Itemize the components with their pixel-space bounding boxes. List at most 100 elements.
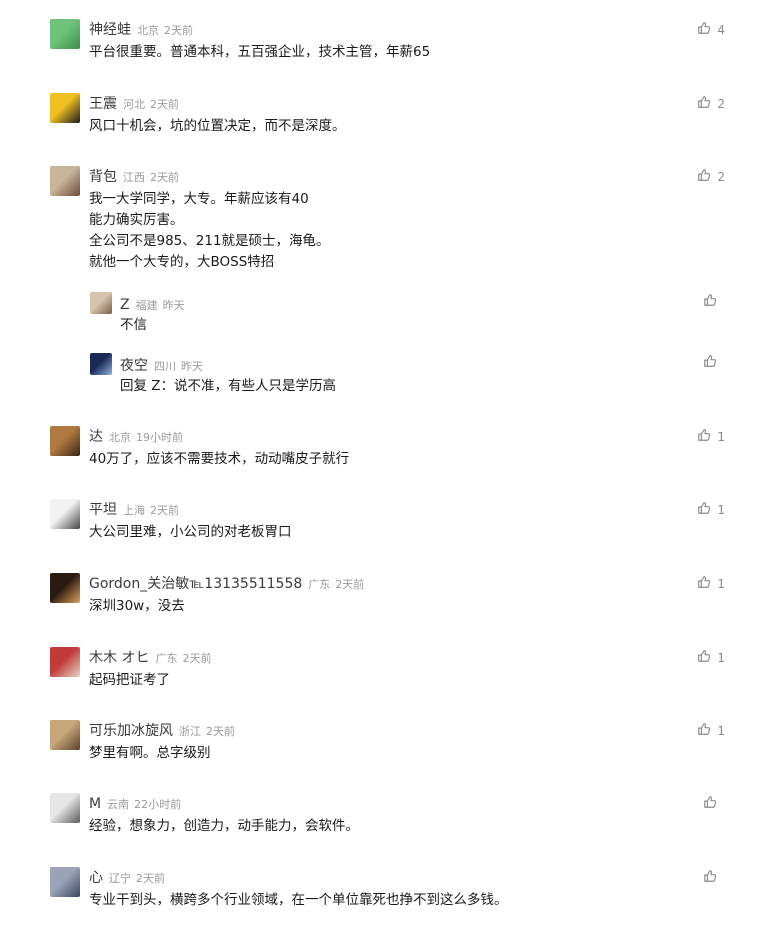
comment-time: 2天前 [150, 504, 179, 517]
author-name[interactable]: 王震 [89, 96, 117, 112]
avatar[interactable] [50, 793, 80, 823]
thumbs-up-icon [703, 293, 717, 310]
author-name[interactable]: 平坦 [89, 502, 117, 518]
comment-line: 深圳30w，没去 [89, 598, 185, 614]
author-name[interactable]: 木木 オヒ [89, 650, 149, 666]
like-count: 1 [717, 502, 725, 517]
comment-meta: 达北京 19小时前 [89, 426, 183, 446]
avatar[interactable] [90, 353, 112, 375]
author-location: 辽宁 [109, 872, 131, 885]
comment-line: 风口十机会，坑的位置决定，而不是深度。 [89, 118, 346, 134]
comment-meta: 王震 河北 2天前 [89, 93, 179, 113]
author-name[interactable]: 可乐加冰旋风 [89, 723, 173, 739]
thumbs-up-icon [703, 354, 717, 371]
comment-meta: 可乐加冰旋风 浙江 2天前 [89, 720, 235, 740]
author-name[interactable]: 背包 [89, 169, 117, 185]
avatar[interactable] [50, 93, 80, 123]
author-name[interactable]: 夜空 [120, 358, 148, 374]
like-button[interactable]: 4 [697, 21, 725, 38]
like-button[interactable] [703, 354, 723, 371]
author-name[interactable]: Gordon_关治敏℡13135511558 [89, 576, 302, 592]
comment-time: 19小时前 [136, 431, 183, 444]
like-count: 2 [717, 96, 725, 111]
like-button[interactable]: 1 [697, 649, 725, 666]
like-button[interactable]: 1 [697, 575, 725, 592]
like-button[interactable]: 2 [697, 95, 725, 112]
comment-line: 梦里有啊。总字级别 [89, 745, 211, 761]
comment-meta: 木木 オヒ 广东 2天前 [89, 647, 211, 667]
comment-text: 40万了，应该不需要技术，动动嘴皮子就行 [89, 449, 349, 470]
comment-text: 专业干到头，横跨多个行业领域，在一个单位靠死也挣不到这么多钱。 [89, 890, 508, 911]
comment-line: 我一大学同学，大专。年薪应该有40 [89, 191, 309, 207]
avatar[interactable] [50, 647, 80, 677]
comment-text: 不信 [120, 315, 147, 336]
thumbs-up-icon [697, 95, 711, 112]
thumbs-up-icon [703, 795, 717, 812]
thumbs-up-icon [697, 428, 711, 445]
avatar[interactable] [50, 573, 80, 603]
author-name[interactable]: Z [120, 297, 130, 313]
avatar[interactable] [50, 166, 80, 196]
avatar[interactable] [50, 867, 80, 897]
comment-text: 风口十机会，坑的位置决定，而不是深度。 [89, 116, 346, 137]
author-name[interactable]: 神经蛙 [89, 22, 131, 38]
like-button[interactable]: 2 [697, 168, 725, 185]
like-count: 1 [717, 650, 725, 665]
author-location: 北京 [109, 431, 131, 444]
comment-line: 专业干到头，横跨多个行业领域，在一个单位靠死也挣不到这么多钱。 [89, 892, 508, 908]
comment-time: 2天前 [182, 652, 212, 665]
like-count: 2 [717, 169, 725, 184]
comment-line: 40万了，应该不需要技术，动动嘴皮子就行 [89, 451, 350, 467]
comment-meta: Gordon_关治敏℡13135511558 广东 2天前 [89, 573, 364, 593]
avatar[interactable] [90, 292, 112, 314]
comment-line: 就他一个大专的，大BOSS特招 [89, 254, 275, 270]
comment-text: 深圳30w，没去 [89, 596, 185, 617]
like-count: 1 [717, 429, 725, 444]
comment-time: 2天前 [136, 872, 165, 885]
thumbs-up-icon [697, 575, 711, 592]
comment-meta: M 云南 22小时前 [89, 793, 181, 812]
avatar[interactable] [50, 720, 80, 750]
comment-text: 大公司里难，小公司的对老板胃口 [89, 522, 292, 543]
thumbs-up-icon [697, 722, 711, 739]
author-name[interactable]: M [89, 796, 101, 812]
like-button[interactable]: 1 [697, 722, 725, 739]
like-button[interactable]: 1 [697, 501, 725, 518]
thumbs-up-icon [697, 21, 711, 38]
comment-meta: 心辽宁 2天前 [89, 867, 165, 887]
comment-text: 起码把证考了 [89, 670, 170, 691]
author-name[interactable]: 心 [89, 870, 103, 886]
comment-meta: 神经蛙 北京 2天前 [89, 19, 193, 39]
thumbs-up-icon [697, 501, 711, 518]
like-count: 1 [717, 576, 725, 591]
author-location: 河北 [123, 98, 145, 111]
author-location: 广东 [308, 578, 331, 591]
like-button[interactable] [703, 293, 723, 310]
like-button[interactable] [703, 869, 723, 886]
avatar[interactable] [50, 19, 80, 49]
comment-time: 22小时前 [134, 798, 182, 811]
comment-time: 2天前 [335, 578, 365, 591]
comment-text: 经验，想象力，创造力，动手能力，会软件。 [89, 816, 359, 837]
author-name[interactable]: 达 [89, 429, 103, 445]
comment-line: 全公司不是985、211就是硕士，海龟。 [89, 233, 330, 249]
comment-meta: 平坦 上海 2天前 [89, 499, 179, 519]
author-location: 广东 [155, 652, 178, 665]
author-location: 云南 [107, 798, 130, 811]
comment-line: 经验，想象力，创造力，动手能力，会软件。 [89, 818, 359, 834]
avatar[interactable] [50, 499, 80, 529]
comment-time: 2天前 [150, 171, 179, 184]
author-location: 北京 [137, 24, 159, 37]
like-button[interactable] [703, 795, 723, 812]
avatar[interactable] [50, 426, 80, 456]
comment-line: 能力确实厉害。 [89, 212, 184, 228]
comment-time: 昨天 [162, 299, 185, 312]
author-location: 江西 [123, 171, 145, 184]
like-button[interactable]: 1 [697, 428, 725, 445]
comment-time: 昨天 [181, 360, 203, 373]
comment-text: 平台很重要。普通本科，五百强企业，技术主管，年薪65 [89, 42, 430, 63]
comment-line: 回复 Z：说不准，有些人只是学历高 [120, 378, 337, 394]
comment-line: 不信 [120, 317, 147, 333]
comment-time: 2天前 [206, 725, 235, 738]
author-location: 上海 [123, 504, 145, 517]
